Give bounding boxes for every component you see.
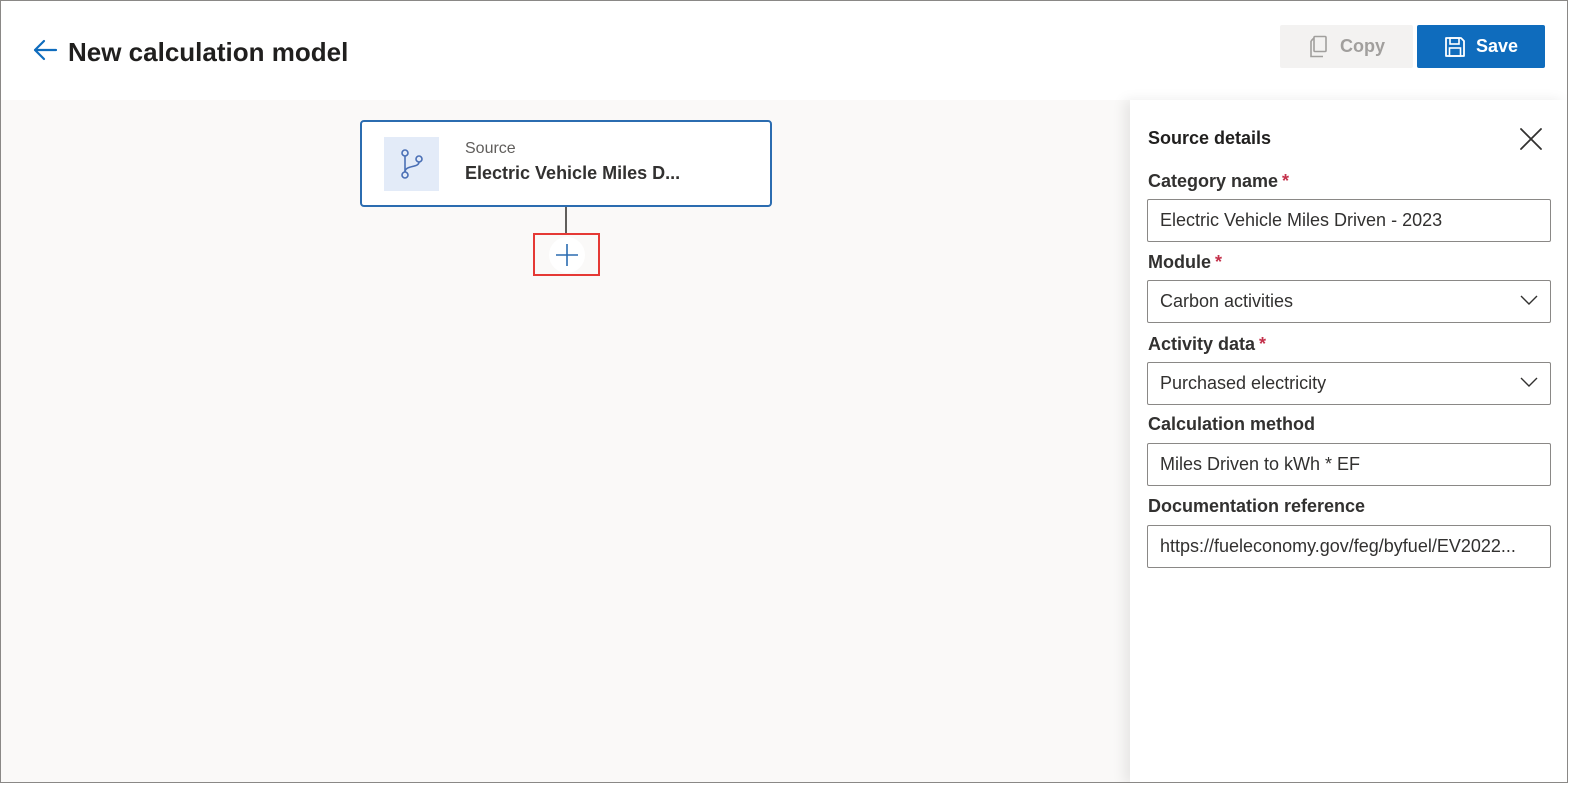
page-title: New calculation model — [68, 37, 349, 67]
required-marker: * — [1215, 252, 1223, 272]
chevron-down-icon — [1520, 294, 1538, 306]
calculation-method-input[interactable]: Miles Driven to kWh * EF — [1147, 443, 1551, 486]
calculation-method-value: Miles Driven to kWh * EF — [1160, 454, 1361, 474]
source-details-panel: Source details Category name * Electric V… — [1130, 100, 1567, 782]
add-node-button[interactable] — [533, 233, 600, 276]
source-node-card[interactable]: Source Electric Vehicle Miles D... — [360, 120, 772, 207]
category-name-input[interactable]: Electric Vehicle Miles Driven - 2023 — [1147, 199, 1551, 242]
category-name-label-text: Category name — [1148, 171, 1279, 191]
activity-data-label: Activity data * — [1148, 333, 1266, 355]
model-canvas: Source Electric Vehicle Miles D... — [1, 100, 1130, 782]
arrow-left-icon — [33, 39, 58, 61]
branch-icon — [400, 149, 423, 179]
module-value: Carbon activities — [1160, 291, 1294, 311]
module-label-text: Module — [1148, 252, 1211, 272]
source-icon-box — [384, 137, 439, 191]
source-node-name: Electric Vehicle Miles D... — [465, 163, 681, 183]
close-panel-button[interactable] — [1516, 124, 1546, 154]
documentation-reference-input[interactable]: https://fueleconomy.gov/feg/byfuel/EV202… — [1147, 525, 1551, 568]
copy-button-label: Copy — [1340, 36, 1385, 56]
activity-data-dropdown[interactable]: Purchased electricity — [1147, 362, 1551, 405]
header: New calculation model Copy Save — [1, 1, 1567, 100]
plus-icon — [555, 243, 578, 266]
category-name-value: Electric Vehicle Miles Driven - 2023 — [1160, 210, 1443, 230]
close-icon — [1520, 128, 1542, 150]
module-dropdown[interactable]: Carbon activities — [1147, 280, 1551, 323]
activity-data-value: Purchased electricity — [1160, 373, 1327, 393]
required-marker: * — [1282, 171, 1290, 191]
activity-data-label-text: Activity data — [1148, 334, 1256, 354]
back-button[interactable] — [31, 35, 59, 65]
save-button-label: Save — [1475, 36, 1519, 56]
chevron-down-icon — [1520, 376, 1538, 388]
required-marker: * — [1259, 334, 1267, 354]
node-connector — [565, 207, 567, 233]
documentation-reference-value: https://fueleconomy.gov/feg/byfuel/EV202… — [1160, 536, 1516, 556]
app-frame: New calculation model Copy Save Source E… — [0, 0, 1568, 783]
source-node-kicker: Source — [465, 140, 516, 157]
copy-icon — [1308, 35, 1330, 59]
module-label: Module * — [1148, 251, 1222, 273]
documentation-reference-label: Documentation reference — [1148, 496, 1366, 516]
calculation-method-label: Calculation method — [1148, 414, 1316, 434]
add-node-circle — [548, 236, 585, 273]
copy-button[interactable]: Copy — [1280, 25, 1413, 68]
category-name-label: Category name * — [1148, 170, 1289, 192]
save-button[interactable]: Save — [1417, 25, 1545, 68]
save-icon — [1444, 36, 1466, 58]
panel-title: Source details — [1148, 128, 1272, 148]
